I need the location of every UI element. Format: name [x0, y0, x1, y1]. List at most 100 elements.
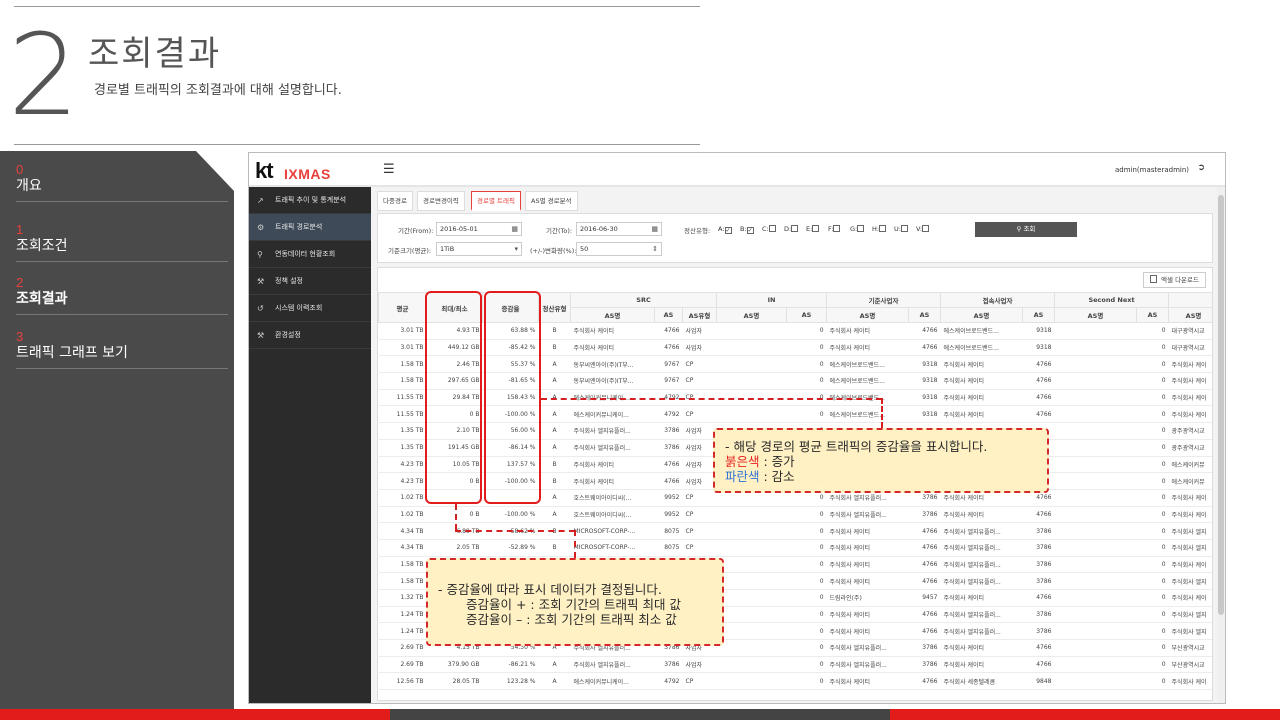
type-checkbox[interactable]: B:✓ — [740, 225, 754, 234]
type-checkbox[interactable]: U: — [894, 225, 908, 233]
to-date-input[interactable]: 2016-06-30 ▦ — [576, 222, 662, 236]
hamburger-icon[interactable]: ☰ — [383, 162, 395, 177]
checkbox-empty-icon[interactable] — [857, 225, 865, 232]
table-cell: 주식회사 케이 — [1168, 556, 1212, 574]
type-checkbox[interactable]: G: — [850, 225, 865, 233]
side-item-path-analysis[interactable]: ⚙ 트래픽 경로분석 — [249, 214, 371, 241]
table-cell: 0 — [786, 539, 827, 557]
sub-col-header[interactable]: AS — [1136, 307, 1170, 323]
checkbox-empty-icon[interactable] — [879, 225, 887, 232]
table-cell — [1054, 355, 1137, 374]
side-item-traffic-trend[interactable]: ↗ 트래픽 추이 및 통계분석 — [249, 187, 371, 214]
tab-as-path[interactable]: AS별 경로분석 — [525, 191, 578, 211]
stepper-icon[interactable]: ⇕ — [652, 243, 658, 255]
left-menu-item-overview[interactable]: 0 개요 — [16, 163, 228, 202]
type-checkbox[interactable]: A:✓ — [718, 225, 732, 234]
table-cell: 주식회사 엘지유플러... — [940, 606, 1023, 624]
sub-col-header[interactable]: AS명 — [716, 307, 787, 323]
table-cell — [716, 556, 787, 574]
type-checkbox[interactable]: E: — [806, 225, 820, 233]
table-cell: 0 — [786, 622, 827, 641]
table-cell — [716, 672, 787, 691]
table-cell: 3786 — [654, 439, 683, 457]
table-cell: 0 — [1136, 322, 1169, 340]
checkbox-empty-icon[interactable] — [900, 225, 908, 232]
logout-icon[interactable]: ➲ — [1197, 163, 1205, 173]
side-item-linked-data[interactable]: ⚲ 연동데이터 현황조회 — [249, 241, 371, 268]
table-cell: 1.35 TB — [378, 439, 427, 457]
size-select[interactable]: 1TiB ▾ — [436, 242, 522, 256]
table-cell: 주식회사 케이티 — [940, 405, 1023, 424]
tab-path-traffic[interactable]: 경로별 트래픽 — [471, 191, 521, 211]
table-cell: 주식회사 케이티 — [940, 389, 1023, 407]
type-checkbox[interactable]: V: — [916, 225, 930, 233]
side-item-settings[interactable]: ⚒ 환경설정 — [249, 322, 371, 349]
scrollbar[interactable] — [1217, 187, 1225, 703]
left-menu-item-graph[interactable]: 3 트래픽 그래프 보기 — [16, 330, 228, 369]
checkbox-empty-icon[interactable] — [833, 225, 841, 232]
connector-line — [455, 530, 575, 532]
type-checkbox[interactable]: C: — [762, 225, 776, 233]
table-cell: 4766 — [908, 622, 941, 641]
checkbox-checked-icon[interactable]: ✓ — [724, 227, 732, 234]
highlight-rate-column — [484, 291, 541, 504]
table-row[interactable]: 2.69 TB 379.90 GB -86.21 % A 주식회사 엘지유플러... 37… — [378, 656, 1212, 674]
table-row[interactable]: 12.56 TB 28.05 TB 123.28 % A 에스케이커뮤니케이... 479… — [378, 672, 1212, 691]
table-row[interactable]: 1.02 TB 0 B -100.00 % A 호스트웨이아이디씨(... 9952 CP 0… — [378, 506, 1212, 524]
table-cell: 0 — [1136, 672, 1169, 691]
sub-col-header[interactable]: AS명 — [570, 307, 655, 323]
side-item-history[interactable]: ↺ 시스템 이력조회 — [249, 295, 371, 322]
table-row[interactable]: 4.34 TB 2.05 TB -52.89 % B MICROSOFT-CORP-..… — [378, 539, 1212, 557]
sub-col-header[interactable]: AS — [785, 307, 828, 323]
sub-col-header[interactable]: AS명 — [826, 307, 910, 323]
change-input[interactable]: 50 ⇕ — [576, 242, 662, 256]
sub-col-header[interactable]: AS명 — [1168, 307, 1212, 323]
sub-col-header[interactable]: AS유형 — [682, 307, 717, 323]
checkbox-empty-icon[interactable] — [812, 225, 820, 232]
sub-col-header[interactable]: AS — [654, 307, 683, 323]
tab-path-change[interactable]: 경로변경이력 — [417, 191, 465, 211]
table-cell: 28.05 TB — [426, 672, 483, 691]
sub-col-header[interactable]: AS — [1022, 307, 1056, 323]
scrollbar-thumb[interactable] — [1218, 195, 1224, 615]
table-cell: 1.58 TB — [378, 572, 427, 590]
type-checkbox[interactable]: F: — [828, 225, 841, 233]
table-cell: 3786 — [654, 656, 683, 674]
type-checkbox[interactable]: H: — [872, 225, 887, 233]
user-label[interactable]: admin(masteradmin) — [1115, 166, 1189, 174]
from-date-input[interactable]: 2016-05-01 ▦ — [436, 222, 522, 236]
col-header-type[interactable]: 정산유형 — [538, 292, 571, 323]
left-menu-item-results[interactable]: 2 조회결과 — [16, 276, 228, 315]
table-cell: B — [538, 539, 571, 557]
checkbox-checked-icon[interactable]: ✓ — [746, 227, 754, 234]
checkbox-empty-icon[interactable] — [768, 225, 776, 232]
sub-col-header[interactable]: AS명 — [1054, 307, 1138, 323]
table-cell — [1054, 456, 1137, 474]
tab-multi-path[interactable]: 다중경로 — [377, 191, 413, 211]
excel-download-button[interactable]: 엑셀 다운로드 — [1143, 272, 1206, 288]
search-button[interactable]: ⚲ 조회 — [975, 222, 1077, 237]
col-header-avg[interactable]: 평균 — [378, 292, 427, 323]
gauge-icon: ⚙ — [257, 223, 265, 232]
table-cell: -100.00 % — [482, 506, 539, 524]
type-checkbox[interactable]: D: — [784, 225, 799, 233]
checkbox-empty-icon[interactable] — [922, 225, 930, 232]
table-cell: A — [538, 506, 571, 524]
sub-col-header[interactable]: AS명 — [940, 307, 1024, 323]
sub-col-header[interactable]: AS — [908, 307, 942, 323]
table-cell: 주식회사 세종텔레콤 — [940, 672, 1023, 691]
left-menu-item-conditions[interactable]: 1 조회조건 — [16, 223, 228, 262]
table-cell: A — [538, 489, 571, 507]
table-cell: 에스케이커뮤 — [1168, 456, 1212, 474]
caret-down-icon: ▾ — [514, 245, 518, 253]
table-cell: 0 — [1136, 405, 1169, 424]
callout-rate-color: - 해당 경로의 평균 트래픽의 증감율을 표시합니다. 붉은색 : 증가 파란… — [713, 428, 1049, 493]
table-cell: 0 — [1136, 656, 1169, 674]
table-cell — [716, 372, 787, 390]
table-cell: 4766 — [654, 472, 683, 490]
checkbox-empty-icon[interactable] — [791, 225, 799, 232]
table-cell: 9767 — [654, 355, 683, 374]
table-cell: 주식회사 엘지 — [1168, 522, 1212, 540]
side-item-policy[interactable]: ⚒ 정책 설정 — [249, 268, 371, 295]
excel-download-label: 엑셀 다운로드 — [1161, 276, 1199, 284]
